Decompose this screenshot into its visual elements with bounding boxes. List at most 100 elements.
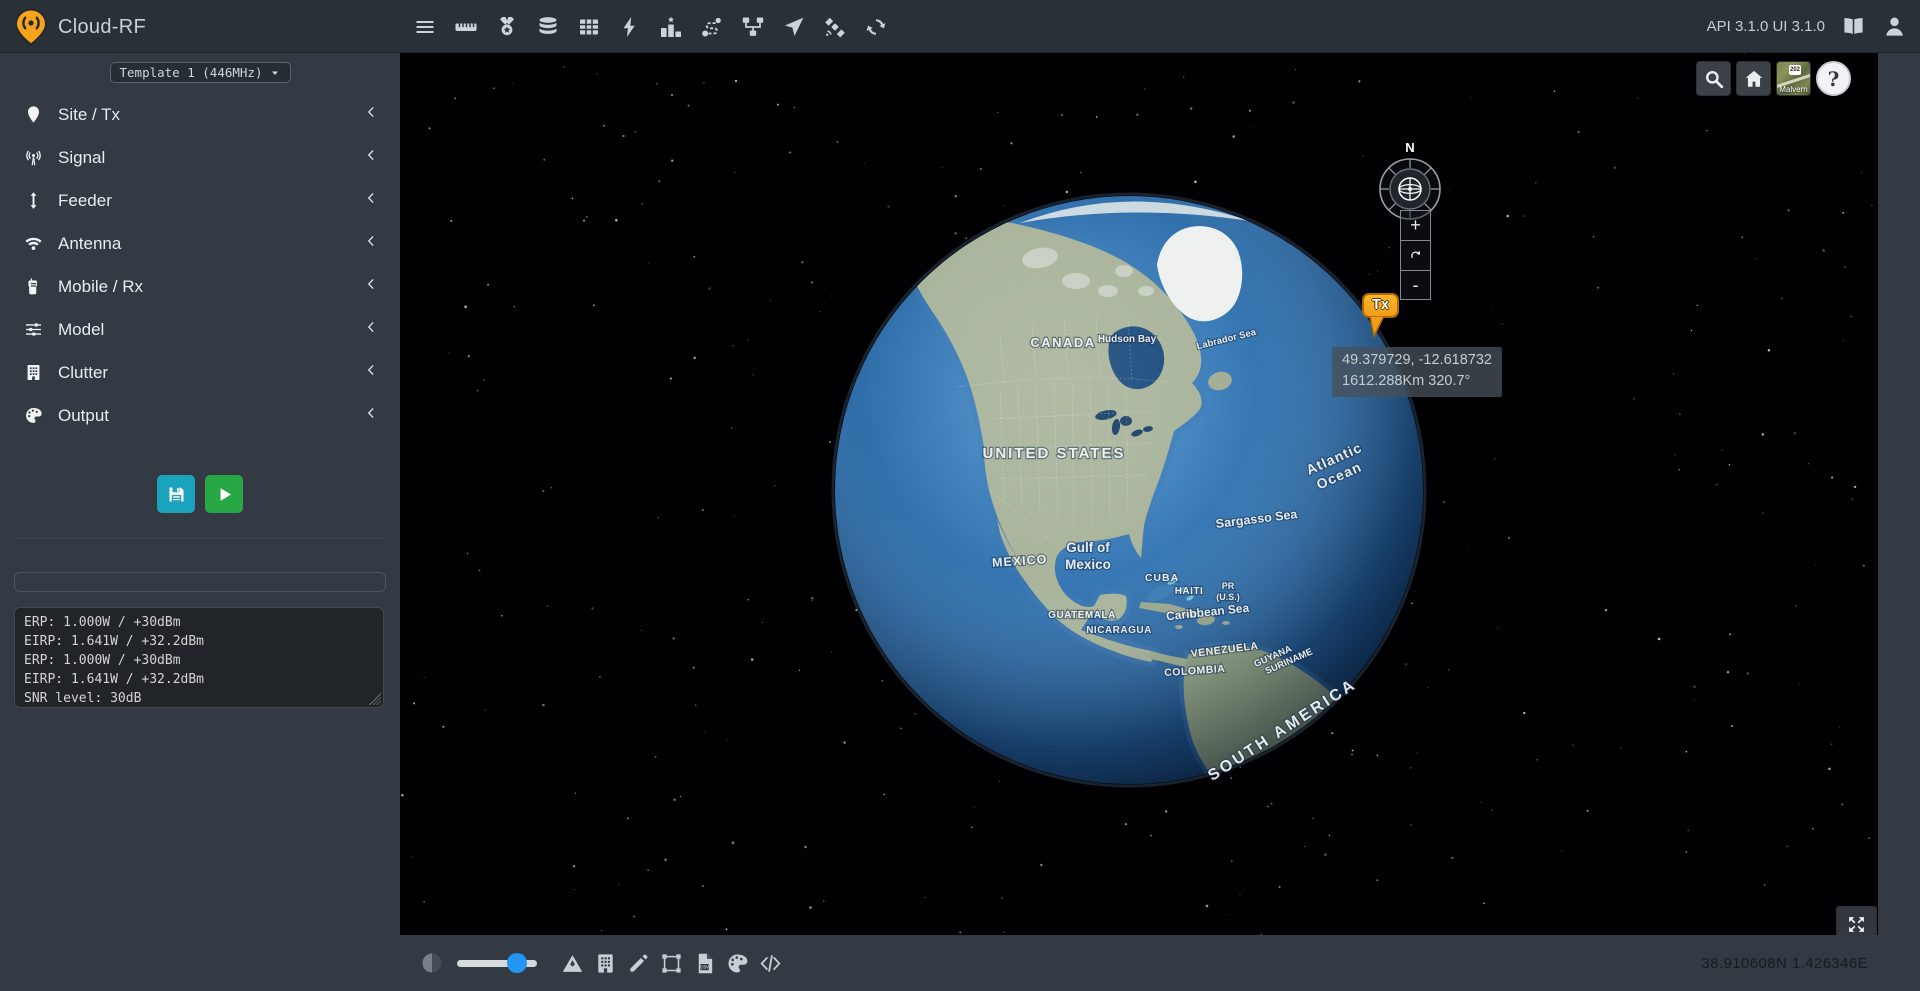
- nav-medal-button[interactable]: [495, 15, 519, 39]
- vector-square-icon: [660, 952, 683, 975]
- chevron-left-icon: [364, 277, 378, 296]
- route-icon: [700, 15, 724, 39]
- cursor-coordinates: 38.910608N 1.426346E: [1702, 955, 1868, 972]
- nav-route-button[interactable]: [700, 15, 724, 39]
- zoom-in-button[interactable]: +: [1400, 210, 1431, 240]
- home-icon: [1743, 68, 1765, 90]
- sliders-icon: [24, 320, 43, 339]
- expand-icon: [1845, 913, 1868, 935]
- sidebar-item-label: Clutter: [58, 363, 108, 383]
- bolt-icon: [618, 15, 642, 39]
- chevron-left-icon: [364, 363, 378, 382]
- status-field[interactable]: [14, 572, 386, 592]
- map-place-label: CANADA: [1030, 335, 1095, 350]
- nav-ruler-button[interactable]: [454, 15, 478, 39]
- zoom-reset-button[interactable]: [1400, 240, 1431, 270]
- chevron-left-icon: [364, 234, 378, 248]
- nav-bolt-button[interactable]: [618, 15, 642, 39]
- opacity-slider[interactable]: [457, 960, 537, 967]
- map-place-label: (U.S.): [1216, 592, 1240, 602]
- sidebar-item-label: Site / Tx: [58, 105, 120, 125]
- map-viewport[interactable]: CANADAHudson BayLabrador SeaUNITED STATE…: [400, 53, 1878, 935]
- nav-ranking-button[interactable]: [659, 15, 683, 39]
- contrast-icon: [420, 951, 444, 975]
- globe-canvas: CANADAHudson BayLabrador SeaUNITED STATE…: [400, 53, 1878, 935]
- sidebar-item-site-tx[interactable]: Site / Tx: [0, 93, 400, 136]
- tool-palette-button[interactable]: [726, 952, 749, 975]
- floppy-icon: [166, 484, 187, 505]
- tool-vector-square-button[interactable]: [660, 952, 683, 975]
- fullscreen-button[interactable]: [1836, 906, 1877, 935]
- nav-database-button[interactable]: [536, 15, 560, 39]
- play-icon: [214, 484, 235, 505]
- sidebar-item-clutter[interactable]: Clutter: [0, 351, 400, 394]
- nav-satellite-button[interactable]: [823, 15, 847, 39]
- console-text: ERP: 1.000W / +30dBm EIRP: 1.641W / +32.…: [24, 613, 374, 708]
- run-button[interactable]: [205, 475, 243, 513]
- chevron-left-icon: [364, 105, 378, 119]
- tooltip-coordinates: 49.379729, -12.618732: [1342, 350, 1492, 371]
- sidebar-item-label: Output: [58, 406, 109, 426]
- zoom-controls: + -: [1400, 210, 1431, 300]
- file-csv-icon: CSV: [693, 952, 716, 975]
- save-button[interactable]: [157, 475, 195, 513]
- brand[interactable]: Cloud-RF: [13, 8, 146, 46]
- nav-recycle-button[interactable]: [864, 15, 888, 39]
- sidebar-item-label: Mobile / Rx: [58, 277, 143, 297]
- nav-user-button[interactable]: [1883, 15, 1907, 39]
- refresh-icon: [1408, 248, 1423, 263]
- pencil-icon: [627, 952, 650, 975]
- map-tools: CSV: [420, 951, 792, 975]
- svg-text:CSV: CSV: [700, 964, 709, 969]
- console-output[interactable]: ERP: 1.000W / +30dBm EIRP: 1.641W / +32.…: [14, 607, 384, 708]
- tool-mountain-button[interactable]: [561, 952, 584, 975]
- map-help-button[interactable]: ?: [1816, 61, 1851, 96]
- sidebar-item-label: Model: [58, 320, 104, 340]
- zoom-out-button[interactable]: -: [1400, 270, 1431, 300]
- nav-network-button[interactable]: [741, 15, 765, 39]
- tool-file-csv-button[interactable]: CSV: [693, 952, 716, 975]
- medal-icon: [495, 15, 519, 39]
- database-icon: [536, 15, 560, 39]
- tool-code-button[interactable]: [759, 952, 782, 975]
- network-icon: [741, 15, 765, 39]
- basemap-switcher-button[interactable]: 202 Malvern: [1776, 61, 1811, 96]
- broadcast-icon: [24, 148, 43, 167]
- mountain-icon: [561, 952, 584, 975]
- map-place-label: Gulf of: [1066, 540, 1110, 555]
- opacity-slider-knob[interactable]: [507, 953, 527, 973]
- chevron-left-icon: [364, 320, 378, 334]
- tx-site-marker[interactable]: Tx: [1362, 293, 1399, 338]
- sidebar-item-antenna[interactable]: Antenna: [0, 222, 400, 265]
- tool-pencil-button[interactable]: [627, 952, 650, 975]
- walkie-talkie-icon: [24, 277, 43, 296]
- arrows-v-icon: [24, 191, 43, 210]
- sidebar-item-model[interactable]: Model: [0, 308, 400, 351]
- contrast-toggle[interactable]: [420, 951, 444, 975]
- chevron-left-icon: [364, 105, 378, 124]
- user-icon: [1883, 15, 1906, 38]
- cloud-rf-logo-icon: [13, 8, 49, 46]
- map-search-button[interactable]: [1696, 61, 1731, 96]
- building-icon: [24, 363, 43, 382]
- map-place-label: Mexico: [1065, 557, 1111, 572]
- nav-menu-button[interactable]: [413, 15, 437, 39]
- sidebar-item-label: Feeder: [58, 191, 112, 211]
- map-home-button[interactable]: [1736, 61, 1771, 96]
- template-select[interactable]: Template 1 (446MHz): [110, 62, 291, 83]
- compass-north-label: N: [1377, 140, 1443, 155]
- chevron-left-icon: [364, 148, 378, 167]
- nav-send-button[interactable]: [782, 15, 806, 39]
- map-place-label: Hudson Bay: [1098, 334, 1157, 345]
- sidebar-item-output[interactable]: Output: [0, 394, 400, 437]
- sidebar-item-mobile-rx[interactable]: Mobile / Rx: [0, 265, 400, 308]
- nav-book-button[interactable]: [1842, 15, 1866, 39]
- nav-table-button[interactable]: [577, 15, 601, 39]
- tool-building-button[interactable]: [594, 952, 617, 975]
- map-top-controls: 202 Malvern ?: [1696, 61, 1851, 96]
- send-icon: [782, 15, 806, 39]
- sidebar-item-signal[interactable]: Signal: [0, 136, 400, 179]
- chevron-left-icon: [364, 277, 378, 291]
- sidebar-item-feeder[interactable]: Feeder: [0, 179, 400, 222]
- chevron-down-icon: [269, 67, 281, 79]
